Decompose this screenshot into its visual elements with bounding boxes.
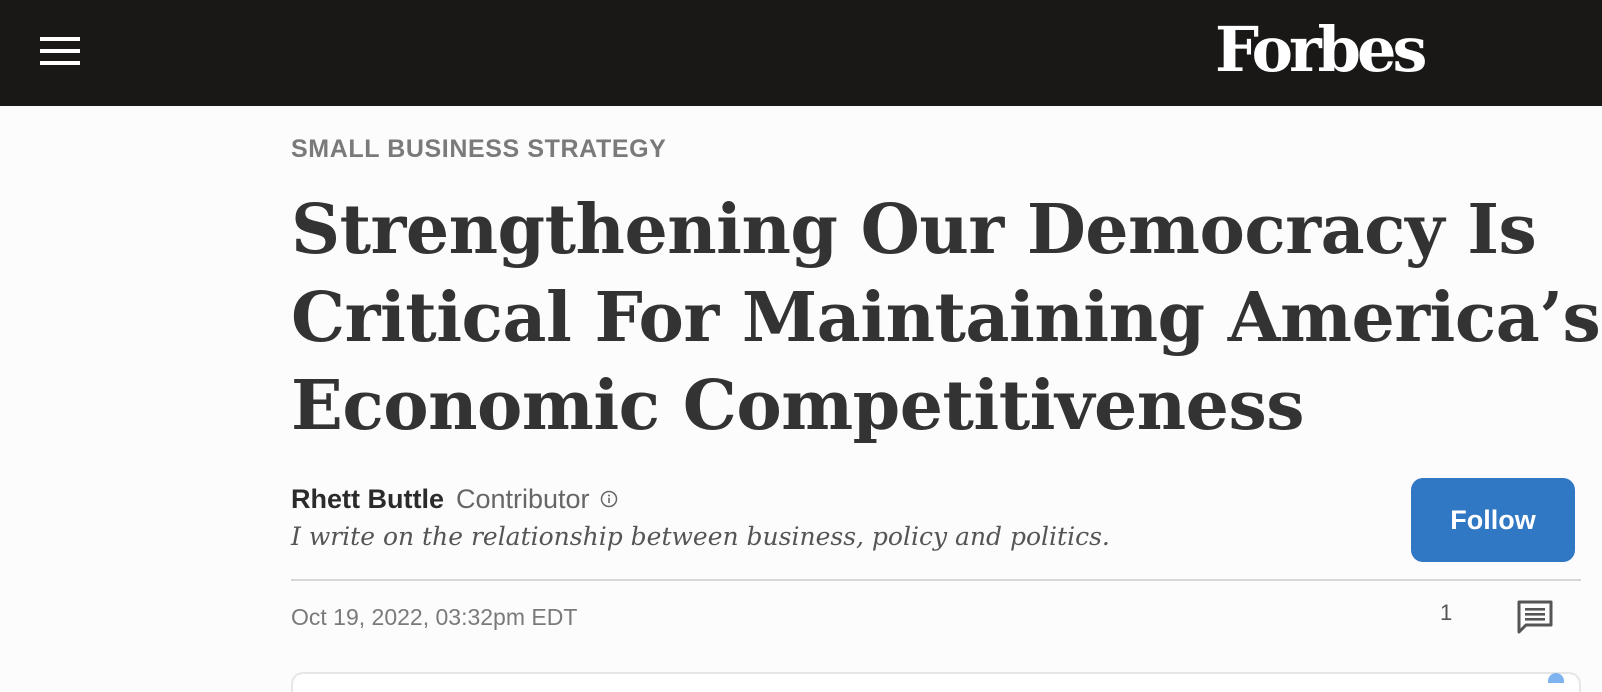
forbes-logo[interactable]: Forbes bbox=[1215, 8, 1445, 92]
section-label[interactable]: SMALL BUSINESS STRATEGY bbox=[291, 130, 666, 168]
publish-timestamp: Oct 19, 2022, 03:32pm EDT bbox=[291, 604, 578, 630]
byline: Rhett Buttle Contributor bbox=[291, 479, 618, 519]
comment-count[interactable]: 1 bbox=[1440, 596, 1452, 630]
author-tagline: I write on the relationship between busi… bbox=[291, 522, 1110, 551]
menu-bar-middle bbox=[40, 49, 80, 53]
headline-line: Critical For Maintaining America’s bbox=[291, 278, 1601, 358]
headline-line: Economic Competitiveness bbox=[291, 366, 1305, 446]
divider bbox=[291, 579, 1581, 581]
comment-icon[interactable] bbox=[1517, 600, 1553, 634]
menu-bar-bottom bbox=[40, 61, 80, 65]
headline-line: Strengthening Our Democracy Is bbox=[291, 190, 1537, 270]
author-name[interactable]: Rhett Buttle bbox=[291, 484, 444, 515]
article-headline: Strengthening Our Democracy Is Critical … bbox=[291, 186, 1601, 450]
card-indicator bbox=[1548, 673, 1564, 683]
hamburger-menu-icon[interactable] bbox=[36, 31, 84, 71]
author-role: Contributor bbox=[455, 483, 590, 514]
top-navigation-bar: Forbes bbox=[0, 0, 1602, 106]
menu-bar-top bbox=[40, 37, 80, 41]
info-circle-icon[interactable] bbox=[600, 490, 618, 508]
follow-button[interactable]: Follow bbox=[1411, 478, 1575, 562]
next-card-edge bbox=[291, 672, 1581, 692]
article-header: SMALL BUSINESS STRATEGY Strengthening Ou… bbox=[291, 106, 1601, 692]
